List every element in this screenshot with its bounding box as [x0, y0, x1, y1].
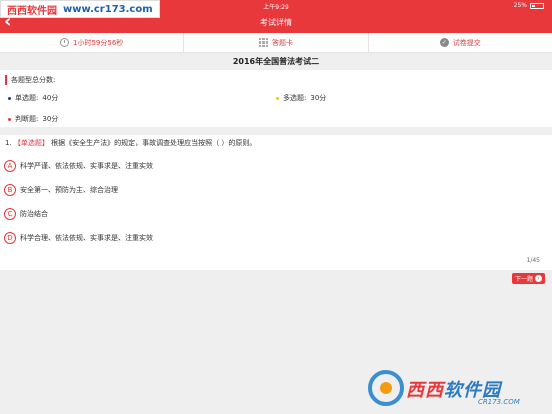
bullet-dot-icon	[8, 96, 11, 100]
bullet-dot-icon	[276, 96, 279, 100]
submit-label: 试卷提交	[452, 38, 481, 47]
score-label: 多选题:	[283, 94, 307, 102]
option-b[interactable]: B 安全第一、预防为主、综合治理	[4, 184, 118, 196]
timer-label: 1小时59分56秒	[73, 38, 124, 47]
score-item-multiple: 多选题: 30分	[276, 93, 326, 103]
option-letter-circle: C	[4, 208, 16, 220]
option-letter-circle: B	[4, 184, 16, 196]
page-indicator: 1/45	[526, 257, 540, 264]
exam-toolbar: 1小时59分56秒 答题卡 ✓ 试卷提交	[0, 33, 552, 53]
watermark-url: www.cr173.com	[63, 3, 153, 15]
arrow-right-icon: ›	[535, 275, 542, 282]
question-text: 根据《安全生产法》的规定，事故调查处理应当按照（ ）的原则。	[51, 139, 257, 147]
watermark-top: 西西软件园 www.cr173.com	[0, 0, 160, 18]
score-value: 30分	[310, 94, 327, 102]
grid-icon	[258, 38, 268, 47]
battery-icon	[530, 2, 544, 9]
exam-title: 2016年全国普法考试二	[232, 57, 320, 66]
question-number: 1.	[5, 139, 12, 147]
bullet-dot-icon	[8, 117, 11, 121]
score-item-judgement: 判断题: 30分	[8, 114, 58, 124]
option-text: 科学合理、依法依规、实事求是、注重实效	[20, 234, 153, 242]
clock-icon	[60, 38, 70, 47]
score-item-single: 单选题: 40分	[8, 93, 58, 103]
score-value: 40分	[42, 94, 59, 102]
question-type: 【单选题】	[13, 139, 49, 147]
option-text: 科学严谨、依法依规、实事求是、注重实效	[20, 162, 153, 170]
score-label: 单选题:	[15, 94, 39, 102]
score-value: 30分	[42, 115, 59, 123]
score-summary: 各题型总分数: 单选题: 40分 多选题: 30分 判断题: 30分	[0, 70, 552, 127]
score-heading: 各题型总分数:	[5, 75, 55, 85]
answer-card-tab[interactable]: 答题卡	[184, 33, 369, 52]
check-circle-icon: ✓	[439, 38, 449, 47]
battery-indicator: 25%	[514, 2, 544, 9]
score-label: 判断题:	[15, 115, 39, 123]
option-letter-circle: A	[4, 160, 16, 172]
option-a[interactable]: A 科学严谨、依法依规、实事求是、注重实效	[4, 160, 153, 172]
option-c[interactable]: C 防治结合	[4, 208, 48, 220]
timer-tab[interactable]: 1小时59分56秒	[0, 33, 185, 52]
next-question-button[interactable]: 下一题 ›	[512, 273, 545, 284]
submit-exam-tab[interactable]: ✓ 试卷提交	[369, 33, 552, 52]
logo-icon	[368, 370, 404, 406]
watermark-brand-a: 西西	[406, 380, 444, 401]
question-panel: 1. 【单选题】 根据《安全生产法》的规定，事故调查处理应当按照（ ）的原则。 …	[0, 135, 552, 270]
battery-percent: 25%	[513, 2, 527, 9]
answer-card-label: 答题卡	[271, 38, 293, 47]
watermark-site-name: 西西软件园	[7, 5, 57, 17]
option-d[interactable]: D 科学合理、依法依规、实事求是、注重实效	[4, 232, 153, 244]
page-title: 考试详情	[260, 18, 292, 27]
option-text: 防治结合	[20, 210, 48, 218]
watermark-bottom-url: CR173.COM	[478, 398, 520, 406]
next-label: 下一题	[514, 276, 533, 283]
watermark-bottom-logo: 西西软件园 CR173.COM	[368, 368, 548, 410]
option-letter-circle: D	[4, 232, 16, 244]
option-text: 安全第一、预防为主、综合治理	[20, 186, 118, 194]
question-stem: 1. 【单选题】 根据《安全生产法》的规定，事故调查处理应当按照（ ）的原则。	[5, 138, 256, 148]
